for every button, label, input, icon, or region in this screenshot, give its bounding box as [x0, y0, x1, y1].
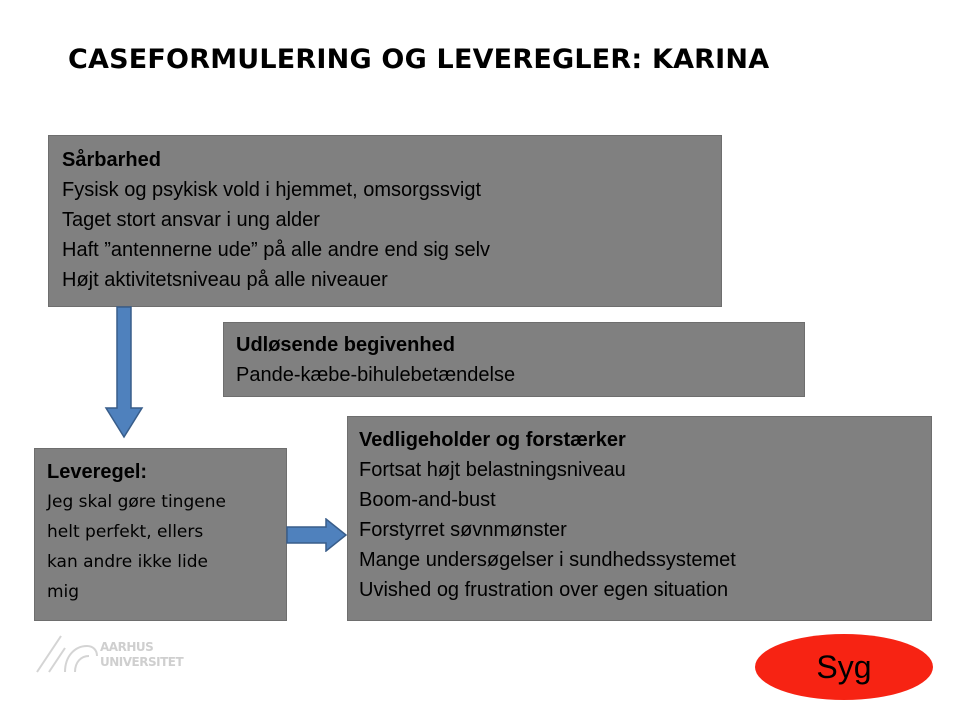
slide-title: CASEFORMULERING OG LEVEREGLER: KARINA — [68, 44, 770, 75]
life-rule-line: mig — [47, 582, 80, 602]
arrow-right-icon — [286, 518, 348, 552]
trigger-box: Udløsende begivenhed Pande-kæbe-bihulebe… — [223, 322, 805, 397]
maintaining-line: Uvished og frustration over egen situati… — [359, 579, 729, 601]
maintaining-line: Fortsat højt belastningsniveau — [359, 459, 626, 481]
maintaining-line: Boom-and-bust — [359, 489, 496, 511]
vulnerability-line: Haft ”antennerne ude” på alle andre end … — [62, 239, 491, 261]
aarhus-university-logo-icon — [36, 635, 98, 673]
logo-line: UNIVERSITET — [100, 655, 184, 669]
life-rule-line: Jeg skal gøre tingene — [47, 492, 226, 512]
vulnerability-line: Højt aktivitetsniveau på alle niveauer — [62, 269, 388, 291]
vulnerability-box: Sårbarhed Fysisk og psykisk vold i hjemm… — [48, 135, 722, 307]
maintaining-line: Forstyrret søvnmønster — [359, 519, 567, 541]
vulnerability-line: Taget stort ansvar i ung alder — [62, 209, 320, 231]
logo-wordmark: AARHUS UNIVERSITET — [100, 640, 184, 670]
arrow-down-icon — [104, 306, 144, 439]
vulnerability-line: Fysisk og psykisk vold i hjemmet, omsorg… — [62, 179, 482, 201]
maintaining-heading: Vedligeholder og forstærker — [359, 429, 626, 451]
vulnerability-heading: Sårbarhed — [62, 149, 161, 171]
status-badge-label: Syg — [816, 648, 872, 685]
maintaining-box: Vedligeholder og forstærker Fortsat højt… — [347, 416, 932, 621]
life-rule-line: helt perfekt, ellers — [47, 522, 204, 542]
life-rule-line: kan andre ikke lide — [47, 552, 208, 572]
trigger-heading: Udløsende begivenhed — [236, 334, 455, 356]
maintaining-line: Mange undersøgelser i sundhedssystemet — [359, 549, 736, 571]
logo-line: AARHUS — [100, 640, 154, 654]
trigger-line: Pande-kæbe-bihulebetændelse — [236, 364, 516, 386]
life-rule-box: Leveregel: Jeg skal gøre tingene helt pe… — [34, 448, 287, 621]
life-rule-heading: Leveregel: — [47, 461, 148, 483]
status-badge: Syg — [755, 634, 933, 700]
